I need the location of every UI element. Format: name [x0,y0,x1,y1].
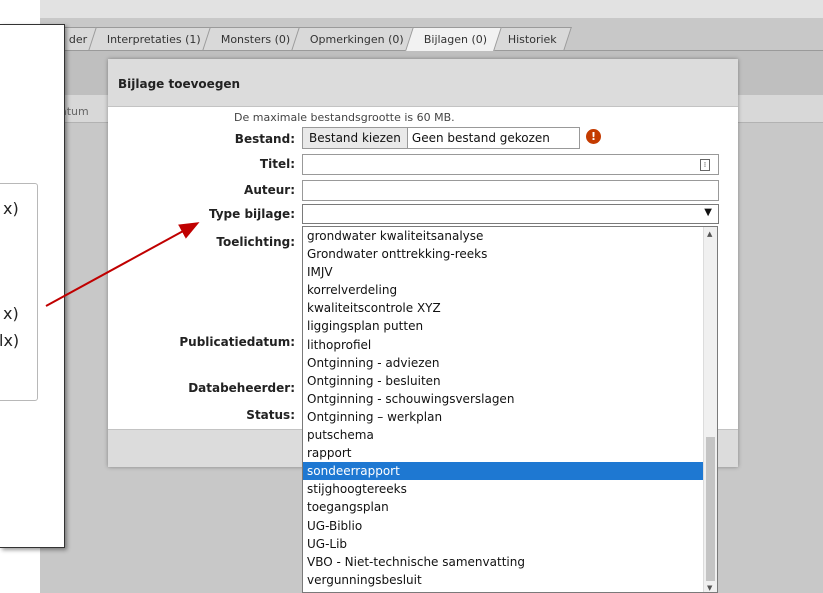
label-type-bijlage: Type bijlage: [208,207,295,221]
dropdown-option[interactable]: kwaliteitscontrole XYZ [303,299,717,317]
dropdown-option[interactable]: rapport [303,444,717,462]
callout-fragment: x) [3,199,19,218]
author-input[interactable] [302,180,719,201]
scroll-down-icon[interactable]: ▼ [707,584,712,592]
attachment-type-select[interactable]: ▼ [302,204,719,224]
dropdown-option[interactable]: stijghoogtereeks [303,480,717,498]
dropdown-option[interactable]: putschema [303,426,717,444]
dropdown-option[interactable]: lithoprofiel [303,336,717,354]
dropdown-option[interactable]: Ontginning - schouwingsverslagen [303,390,717,408]
callout-fragment: x) [3,304,19,323]
tab-label: der [68,33,88,46]
callout-inner-panel: x) x) lx) [0,183,38,401]
scrollbar-thumb[interactable] [706,437,715,581]
dropdown-option[interactable]: UG-Biblio [303,517,717,535]
label-bestand: Bestand: [234,132,295,146]
file-status-text: Geen bestand gekozen [411,131,550,145]
tutorial-callout: x) x) lx) [0,24,65,548]
dropdown-option[interactable]: liggingsplan putten [303,317,717,335]
tab-bar: der Interpretaties (1) Monsters (0) Opme… [50,27,572,51]
dropdown-option[interactable]: korrelverdeling [303,281,717,299]
tab-label: Monsters (0) [220,33,291,46]
file-input[interactable]: Bestand kiezen Geen bestand gekozen [302,127,580,149]
tab-interpretaties[interactable]: Interpretaties (1) [88,27,217,51]
tab-label: Historiek [507,33,557,46]
dropdown-option[interactable]: sondeerrapport [303,462,717,481]
max-file-size-note: De maximale bestandsgrootte is 60 MB. [234,111,455,124]
dialog-title: Bijlage toevoegen [108,59,738,107]
tab-monsters[interactable]: Monsters (0) [202,27,306,51]
tab-label: Bijlagen (0) [424,33,488,46]
dropdown-option[interactable]: IMJV [303,263,717,281]
chevron-down-icon: ▼ [704,207,712,218]
field-info-icon: ⁞ [700,159,710,171]
label-auteur: Auteur: [244,183,295,197]
tab-opmerkingen[interactable]: Opmerkingen (0) [291,27,420,51]
label-status: Status: [246,408,295,422]
dropdown-option[interactable]: UG-Lib [303,535,717,553]
dropdown-scrollbar[interactable]: ▲ ▼ [703,227,717,592]
tab-historiek[interactable]: Historiek [488,27,572,51]
dropdown-option[interactable]: VBO - Niet-technische samenvatting [303,553,717,571]
dropdown-option[interactable]: Ontginning - besluiten [303,372,717,390]
warning-icon: ! [586,129,601,144]
scroll-up-icon[interactable]: ▲ [707,230,712,238]
dropdown-option[interactable]: toegangsplan [303,498,717,516]
tab-label: Interpretaties (1) [107,33,201,46]
choose-file-button[interactable]: Bestand kiezen [303,128,408,148]
attachment-type-dropdown-list[interactable]: grondwater kwaliteitsanalyse Grondwater o… [302,226,718,593]
application-top-bar [40,0,823,18]
dropdown-option[interactable]: Ontginning - adviezen [303,354,717,372]
label-databeheerder: Databeheerder: [188,381,295,395]
dropdown-option[interactable]: Ontginning – werkplan [303,408,717,426]
dropdown-options: grondwater kwaliteitsanalyse Grondwater o… [303,227,717,589]
tab-label: Opmerkingen (0) [310,33,405,46]
title-input[interactable]: ⁞ [302,154,719,175]
dropdown-option[interactable]: vergunningsbesluit [303,571,717,589]
tab-bijlagen[interactable]: Bijlagen (0) [405,27,503,51]
callout-fragment: lx) [0,331,20,350]
dropdown-option[interactable]: Grondwater onttrekking-reeks [303,245,717,263]
dropdown-option[interactable]: grondwater kwaliteitsanalyse [303,227,717,245]
label-publicatiedatum: Publicatiedatum: [179,335,295,349]
label-toelichting: Toelichting: [216,235,295,249]
label-titel: Titel: [259,157,295,171]
